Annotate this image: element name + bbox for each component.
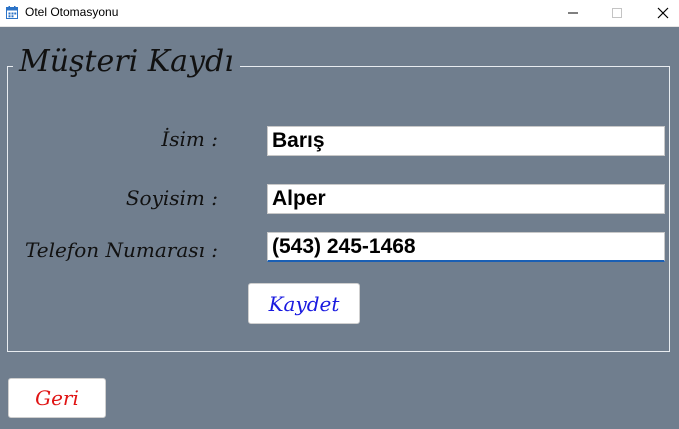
title-bar: Otel Otomasyonu <box>0 0 679 27</box>
telefon-label: Telefon Numarası : <box>24 238 218 262</box>
back-button[interactable]: Geri <box>8 378 106 418</box>
window-title: Otel Otomasyonu <box>25 5 119 19</box>
save-button[interactable]: Kaydet <box>248 283 360 324</box>
isim-label: İsim : <box>161 127 218 151</box>
maximize-icon <box>612 8 622 18</box>
minimize-button[interactable] <box>550 0 596 26</box>
close-button[interactable] <box>640 0 679 26</box>
group-title: Müşteri Kaydı <box>13 44 240 79</box>
telefon-field[interactable]: (543) 245-1468 <box>267 232 665 262</box>
calendar-icon <box>6 6 18 19</box>
form-client-area: Müşteri Kaydı İsim : Barış Soyisim : Alp… <box>0 27 679 429</box>
soyisim-label: Soyisim : <box>125 186 218 210</box>
close-icon <box>657 7 669 19</box>
isim-field[interactable]: Barış <box>267 126 665 156</box>
minimize-icon <box>568 12 578 14</box>
soyisim-field[interactable]: Alper <box>267 184 665 214</box>
maximize-button[interactable] <box>594 0 640 26</box>
